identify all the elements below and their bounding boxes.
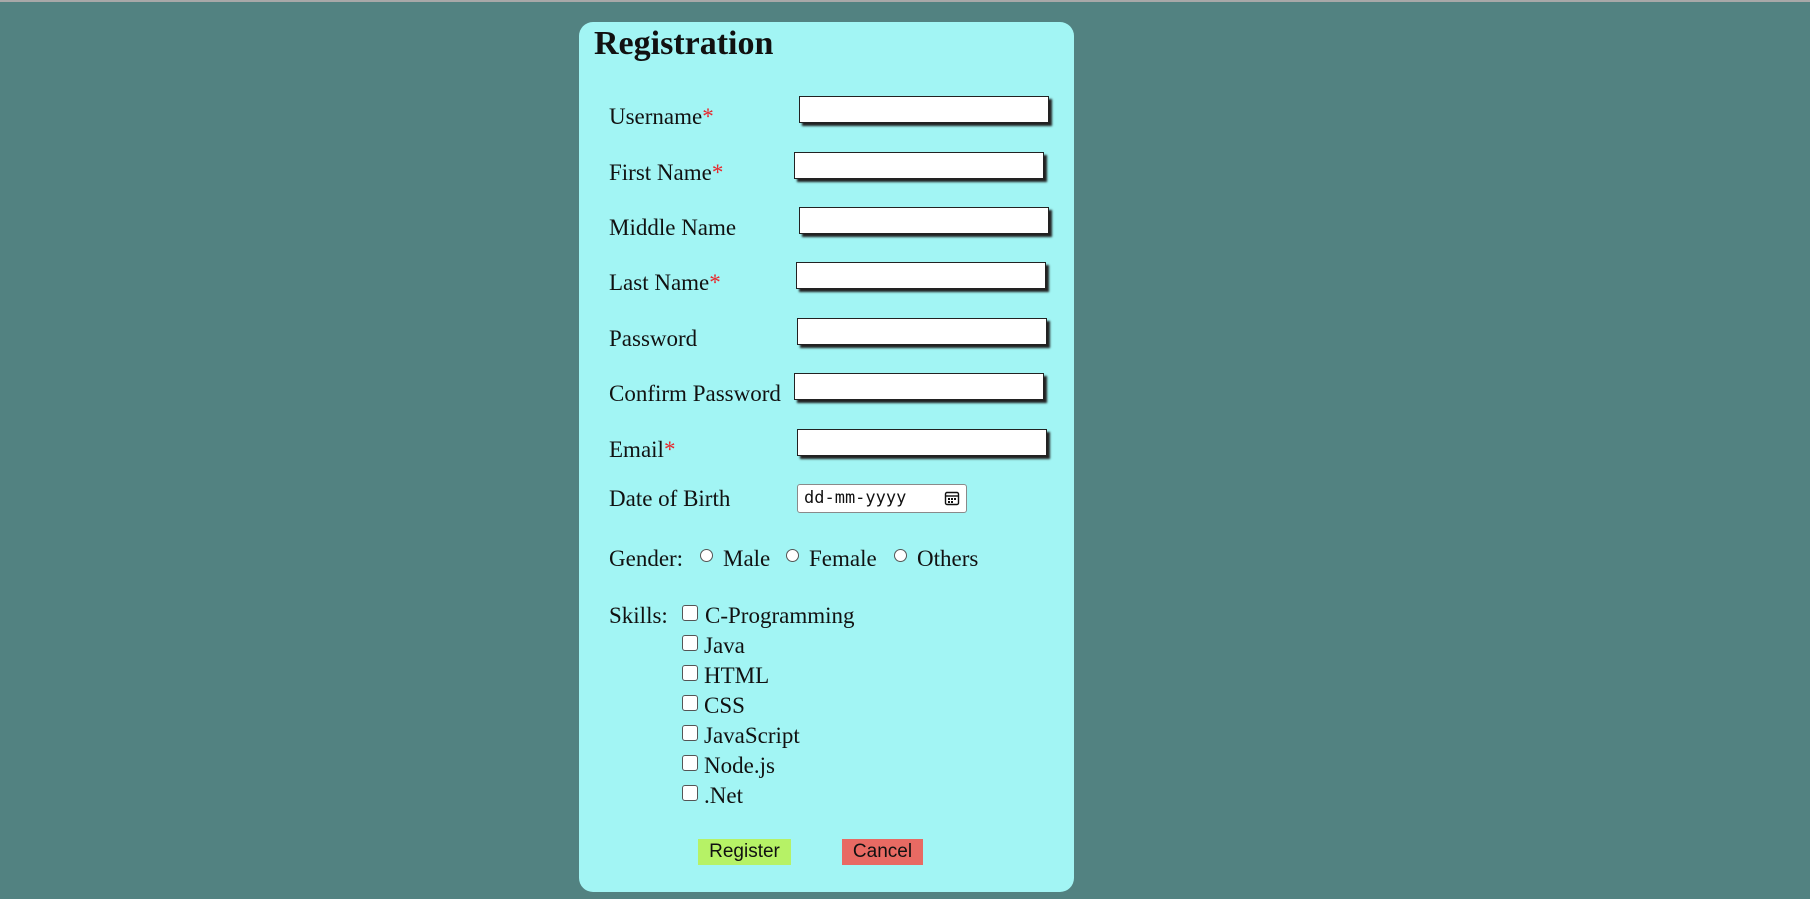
- gender-radio-others[interactable]: [894, 549, 907, 562]
- required-mark: *: [702, 104, 714, 129]
- gender-option-male: Male: [723, 546, 771, 571]
- first-name-label-text: First Name: [609, 160, 712, 185]
- skill-checkbox-java[interactable]: [682, 635, 698, 651]
- skill-checkbox-html[interactable]: [682, 665, 698, 681]
- skill-label-nodejs: Node.js: [704, 753, 775, 778]
- last-name-input[interactable]: [796, 262, 1046, 289]
- skill-checkbox-nodejs[interactable]: [682, 755, 698, 771]
- confirm-password-label: Confirm Password: [609, 381, 781, 406]
- gender-radio-female[interactable]: [786, 549, 799, 562]
- skill-label-java: Java: [704, 633, 745, 658]
- first-name-input[interactable]: [794, 152, 1044, 179]
- password-label: Password: [609, 326, 698, 351]
- password-input[interactable]: [797, 318, 1047, 345]
- required-mark: *: [711, 160, 724, 185]
- required-mark: *: [709, 270, 721, 295]
- dob-label: Date of Birth: [609, 486, 731, 511]
- calendar-icon[interactable]: [944, 490, 960, 506]
- skill-label-css: CSS: [704, 693, 745, 718]
- dob-input[interactable]: dd-mm-yyyy: [797, 484, 967, 513]
- skill-checkbox-c-programming[interactable]: [682, 605, 698, 621]
- skill-checkbox-javascript[interactable]: [682, 725, 698, 741]
- last-name-label: Last Name*: [609, 269, 721, 297]
- dob-placeholder: dd-mm-yyyy: [804, 488, 907, 508]
- confirm-password-input[interactable]: [794, 373, 1044, 400]
- username-label-text: Username: [609, 104, 703, 129]
- skills-label: Skills:: [609, 603, 668, 628]
- skill-label-javascript: JavaScript: [704, 723, 800, 748]
- username-label: Username*: [609, 103, 714, 131]
- email-input[interactable]: [797, 429, 1047, 456]
- register-button[interactable]: Register: [698, 839, 791, 865]
- middle-name-label: Middle Name: [609, 215, 737, 240]
- skill-checkbox-dotnet[interactable]: [682, 785, 698, 801]
- middle-name-input[interactable]: [799, 207, 1049, 234]
- skill-label-c-programming: C-Programming: [705, 603, 855, 628]
- first-name-label: First Name*: [609, 159, 723, 187]
- cancel-button[interactable]: Cancel: [842, 839, 923, 865]
- email-label-text: Email: [609, 437, 664, 462]
- required-mark: *: [663, 437, 676, 462]
- gender-radio-male[interactable]: [700, 549, 713, 562]
- registration-card: Registration Username* First Name* Middl…: [579, 22, 1074, 892]
- skill-checkbox-css[interactable]: [682, 695, 698, 711]
- gender-label: Gender:: [609, 546, 684, 571]
- last-name-label-text: Last Name: [609, 270, 710, 295]
- email-label: Email*: [609, 436, 675, 464]
- gender-option-others: Others: [917, 546, 979, 571]
- username-input[interactable]: [799, 96, 1049, 123]
- form-title: Registration: [594, 25, 774, 62]
- skill-label-dotnet: .Net: [704, 783, 743, 808]
- skill-label-html: HTML: [704, 663, 770, 688]
- gender-option-female: Female: [809, 546, 877, 571]
